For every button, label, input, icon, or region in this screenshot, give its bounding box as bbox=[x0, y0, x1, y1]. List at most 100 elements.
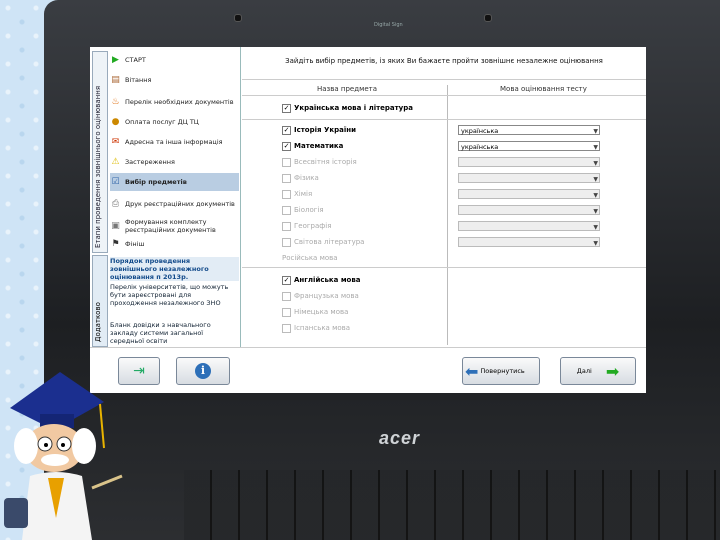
column-header-subject: Назва предмета bbox=[317, 85, 378, 93]
chevron-down-icon: ▼ bbox=[593, 224, 598, 231]
subject-row[interactable]: Біологія bbox=[282, 203, 452, 217]
checkbox-checked-icon[interactable]: ✓ bbox=[282, 275, 291, 285]
coin-icon: ● bbox=[111, 116, 120, 127]
chevron-down-icon: ▼ bbox=[593, 176, 598, 183]
chevron-down-icon: ▼ bbox=[593, 208, 598, 215]
sidebar-item-finish[interactable]: ⚑ Фініш bbox=[110, 235, 239, 253]
subject-row[interactable]: Іспанська мова bbox=[282, 321, 452, 335]
link-universities[interactable]: Перелік університетів, що можуть бути за… bbox=[110, 283, 239, 307]
language-select[interactable]: ▼ bbox=[458, 173, 600, 183]
sidebar-item-label: Адресна та інша інформація bbox=[125, 138, 223, 146]
link-certificate-form[interactable]: Бланк довідки з навчального закладу сист… bbox=[110, 321, 239, 345]
sidebar-item-print[interactable]: ⎙ Друк реєстраційних документів bbox=[110, 193, 239, 215]
sidebar-item-start[interactable]: ▶ СТАРТ bbox=[110, 51, 239, 69]
sidebar-item-label: Фініш bbox=[125, 240, 145, 248]
sidebar-item-greeting[interactable]: ▤ Вітання bbox=[110, 71, 239, 89]
tab-additional-label: Додатково bbox=[94, 302, 102, 342]
exit-icon: ⇥ bbox=[133, 363, 145, 379]
app-window: Етапи проведення зовнішнього оцінювання … bbox=[90, 47, 646, 393]
tab-stages[interactable]: Етапи проведення зовнішнього оцінювання bbox=[92, 51, 108, 253]
tab-additional[interactable]: Додатково bbox=[92, 255, 108, 347]
subject-label: Іспанська мова bbox=[294, 324, 351, 332]
subject-row[interactable]: Французька мова bbox=[282, 289, 452, 303]
sidebar-item-label: Застереження bbox=[125, 158, 175, 166]
sidebar-item-label: Друк реєстраційних документів bbox=[125, 200, 235, 208]
checkbox-icon[interactable] bbox=[282, 237, 291, 247]
checkbox-checked-icon[interactable]: ✓ bbox=[282, 141, 291, 151]
subject-label: Географія bbox=[294, 222, 332, 230]
keyboard bbox=[184, 470, 720, 540]
subject-row[interactable]: Географія bbox=[282, 219, 452, 233]
chevron-down-icon: ▼ bbox=[593, 128, 598, 135]
document-icon: ▤ bbox=[111, 74, 120, 85]
language-select[interactable]: ▼ bbox=[458, 205, 600, 215]
subject-row[interactable]: Російська мова bbox=[282, 251, 452, 265]
flag-icon: ⚑ bbox=[111, 238, 120, 249]
language-select-math[interactable]: українська ▼ bbox=[458, 141, 600, 151]
sidebar-item-label: Вибір предметів bbox=[125, 178, 187, 186]
page-title: Зайдіть вибір предметів, із яких Ви бажа… bbox=[285, 57, 603, 65]
sidebar-item-address[interactable]: ✉ Адресна та інша інформація bbox=[110, 133, 239, 151]
next-button-label: Далі bbox=[576, 367, 592, 375]
subject-label: Українська мова і література bbox=[294, 104, 413, 112]
next-button[interactable]: Далі ➡ bbox=[560, 357, 636, 385]
subject-row[interactable]: Хімія bbox=[282, 187, 452, 201]
webcam-icon bbox=[484, 14, 492, 22]
subject-label: Всесвітня історія bbox=[294, 158, 357, 166]
checkbox-icon[interactable] bbox=[282, 173, 291, 183]
sidebar: Етапи проведення зовнішнього оцінювання … bbox=[90, 47, 241, 347]
arrow-right-icon: ➡ bbox=[605, 361, 620, 381]
subject-row[interactable]: Світова література bbox=[282, 235, 452, 249]
subject-label: Англійська мова bbox=[294, 276, 361, 284]
subject-row[interactable]: Всесвітня історія bbox=[282, 155, 452, 169]
divider bbox=[242, 79, 646, 80]
checkbox-checked-icon[interactable]: ✓ bbox=[282, 103, 291, 113]
sidebar-item-subjects[interactable]: ☑ Вибір предметів bbox=[110, 173, 239, 191]
language-select[interactable]: ▼ bbox=[458, 157, 600, 167]
subject-row-history-ua[interactable]: ✓ Історія України bbox=[282, 123, 452, 137]
language-select-history[interactable]: українська ▼ bbox=[458, 125, 600, 135]
professor-mascot bbox=[4, 372, 123, 540]
folder-icon: ▣ bbox=[111, 220, 120, 231]
checkbox-icon[interactable] bbox=[282, 323, 291, 333]
subject-label: Математика bbox=[294, 142, 344, 150]
play-icon: ▶ bbox=[112, 54, 119, 65]
subject-row[interactable]: Фізика bbox=[282, 171, 452, 185]
subject-label: Історія України bbox=[294, 126, 356, 134]
sidebar-item-label: Оплата послуг ДЦ ТЦ bbox=[125, 118, 199, 126]
back-button[interactable]: ⬅ Повернутись bbox=[462, 357, 540, 385]
sidebar-item-documents[interactable]: ♨ Перелік необхідних документів bbox=[110, 91, 239, 113]
sidebar-item-payment[interactable]: ● Оплата послуг ДЦ ТЦ bbox=[110, 113, 239, 131]
sidebar-item-label: Формування комплекту реєстраційних докум… bbox=[125, 218, 216, 234]
subject-row-ukrainian[interactable]: ✓ Українська мова і література bbox=[282, 101, 452, 115]
chevron-down-icon: ▼ bbox=[593, 144, 598, 151]
subject-label: Французька мова bbox=[294, 292, 359, 300]
language-select[interactable]: ▼ bbox=[458, 189, 600, 199]
sidebar-item-label: Вітання bbox=[125, 76, 152, 84]
subject-label: Німецька мова bbox=[294, 308, 349, 316]
warning-icon: ⚠ bbox=[111, 156, 120, 167]
checkbox-icon[interactable] bbox=[282, 157, 291, 167]
checkbox-checked-icon[interactable]: ✓ bbox=[282, 125, 291, 135]
checkbox-icon[interactable] bbox=[282, 189, 291, 199]
checkbox-icon[interactable] bbox=[282, 205, 291, 215]
checkbox-icon[interactable] bbox=[282, 221, 291, 231]
checkbox-icon[interactable] bbox=[282, 307, 291, 317]
language-select-value: українська bbox=[461, 127, 499, 135]
info-button[interactable]: i bbox=[176, 357, 230, 385]
link-procedure[interactable]: Порядок проведення зовнішнього незалежно… bbox=[110, 257, 239, 281]
checkbox-icon[interactable] bbox=[282, 291, 291, 301]
subject-label: Світова література bbox=[294, 238, 365, 246]
subject-row[interactable]: Німецька мова bbox=[282, 305, 452, 319]
divider bbox=[90, 347, 646, 348]
subject-label: Хімія bbox=[294, 190, 313, 198]
subject-row-english[interactable]: ✓ Англійська мова bbox=[282, 273, 452, 287]
language-select[interactable]: ▼ bbox=[458, 221, 600, 231]
sidebar-item-package[interactable]: ▣ Формування комплекту реєстраційних доку… bbox=[110, 215, 239, 237]
subject-row-math[interactable]: ✓ Математика bbox=[282, 139, 452, 153]
printer-icon: ⎙ bbox=[111, 198, 120, 209]
sidebar-item-warning[interactable]: ⚠ Застереження bbox=[110, 153, 239, 171]
main-panel: Зайдіть вибір предметів, із яких Ви бажа… bbox=[242, 47, 646, 347]
language-select[interactable]: ▼ bbox=[458, 237, 600, 247]
chevron-down-icon: ▼ bbox=[593, 240, 598, 247]
